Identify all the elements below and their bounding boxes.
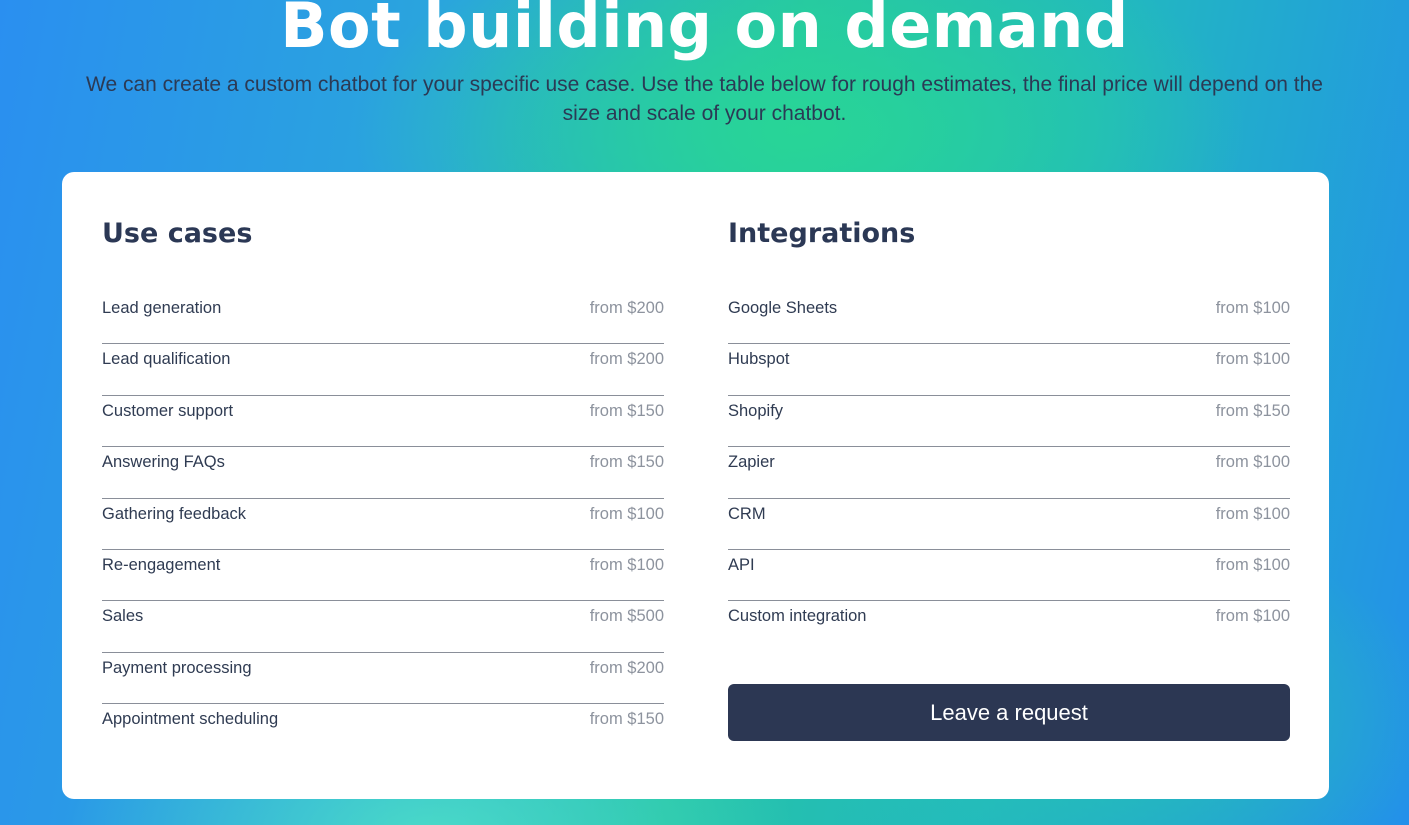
use-case-label: Re-engagement — [102, 555, 221, 574]
integration-price: from $100 — [1215, 607, 1290, 626]
integration-label: API — [728, 555, 755, 574]
integration-price: from $100 — [1215, 504, 1290, 523]
integration-price: from $100 — [1215, 555, 1290, 574]
page-subtitle: We can create a custom chatbot for your … — [86, 73, 1323, 125]
use-case-row: Answering FAQs from $150 — [102, 447, 664, 499]
integration-row: Google Sheets from $100 — [728, 293, 1290, 345]
integrations-list: Google Sheets from $100 Hubspot from $10… — [728, 293, 1290, 653]
integration-price: from $100 — [1215, 350, 1290, 369]
use-case-row: Payment processing from $200 — [102, 653, 664, 705]
use-case-row: Lead qualification from $200 — [102, 344, 664, 396]
integration-label: CRM — [728, 504, 766, 523]
integration-price: from $100 — [1215, 299, 1290, 317]
use-cases-heading: Use cases — [102, 218, 253, 249]
use-case-row: Lead generation from $200 — [102, 293, 664, 345]
use-case-row: Re-engagement from $100 — [102, 550, 664, 602]
use-case-price: from $100 — [589, 555, 664, 574]
integration-label: Hubspot — [728, 350, 790, 369]
use-case-price: from $100 — [589, 504, 664, 523]
integration-price: from $150 — [1215, 401, 1290, 420]
integration-row: Custom integration from $100 — [728, 601, 1290, 652]
pricing-card: Use cases Lead generation from $200 Lead… — [62, 172, 1329, 799]
integration-price: from $100 — [1215, 453, 1290, 472]
integration-label: Zapier — [728, 453, 775, 472]
use-case-label: Gathering feedback — [102, 504, 247, 523]
use-cases-list: Lead generation from $200 Lead qualifica… — [102, 293, 664, 756]
integrations-heading: Integrations — [728, 218, 916, 249]
use-case-price: from $150 — [589, 453, 664, 472]
integration-row: Shopify from $150 — [728, 396, 1290, 448]
use-case-row: Appointment scheduling from $150 — [102, 704, 664, 755]
use-case-label: Lead generation — [102, 299, 222, 317]
use-case-row: Gathering feedback from $100 — [102, 499, 664, 550]
use-case-row: Customer support from $150 — [102, 396, 664, 448]
integration-label: Custom integration — [728, 607, 867, 626]
use-case-price: from $200 — [589, 350, 664, 369]
page-title: Bot building on demand — [280, 0, 1129, 62]
use-case-label: Appointment scheduling — [102, 710, 279, 729]
integration-row: API from $100 — [728, 550, 1290, 602]
use-case-label: Customer support — [102, 401, 234, 420]
integrations-section: Integrations Google Sheets from $100 Hub… — [728, 212, 1290, 653]
use-cases-section: Use cases Lead generation from $200 Lead… — [102, 212, 664, 756]
use-case-label: Sales — [102, 607, 144, 626]
use-case-price: from $200 — [589, 299, 664, 317]
leave-request-button[interactable]: Leave a request — [728, 684, 1290, 741]
integration-label: Google Sheets — [728, 299, 838, 317]
use-case-price: from $150 — [589, 401, 664, 420]
use-case-price: from $150 — [589, 710, 664, 729]
use-case-label: Answering FAQs — [102, 453, 225, 472]
integration-label: Shopify — [728, 401, 784, 420]
integration-row: CRM from $100 — [728, 499, 1290, 550]
use-case-label: Lead qualification — [102, 350, 231, 369]
integration-row: Zapier from $100 — [728, 447, 1290, 499]
integration-row: Hubspot from $100 — [728, 344, 1290, 396]
use-case-label: Payment processing — [102, 658, 252, 677]
use-case-row: Sales from $500 — [102, 601, 664, 653]
use-case-price: from $200 — [589, 658, 664, 677]
use-case-price: from $500 — [589, 607, 664, 626]
